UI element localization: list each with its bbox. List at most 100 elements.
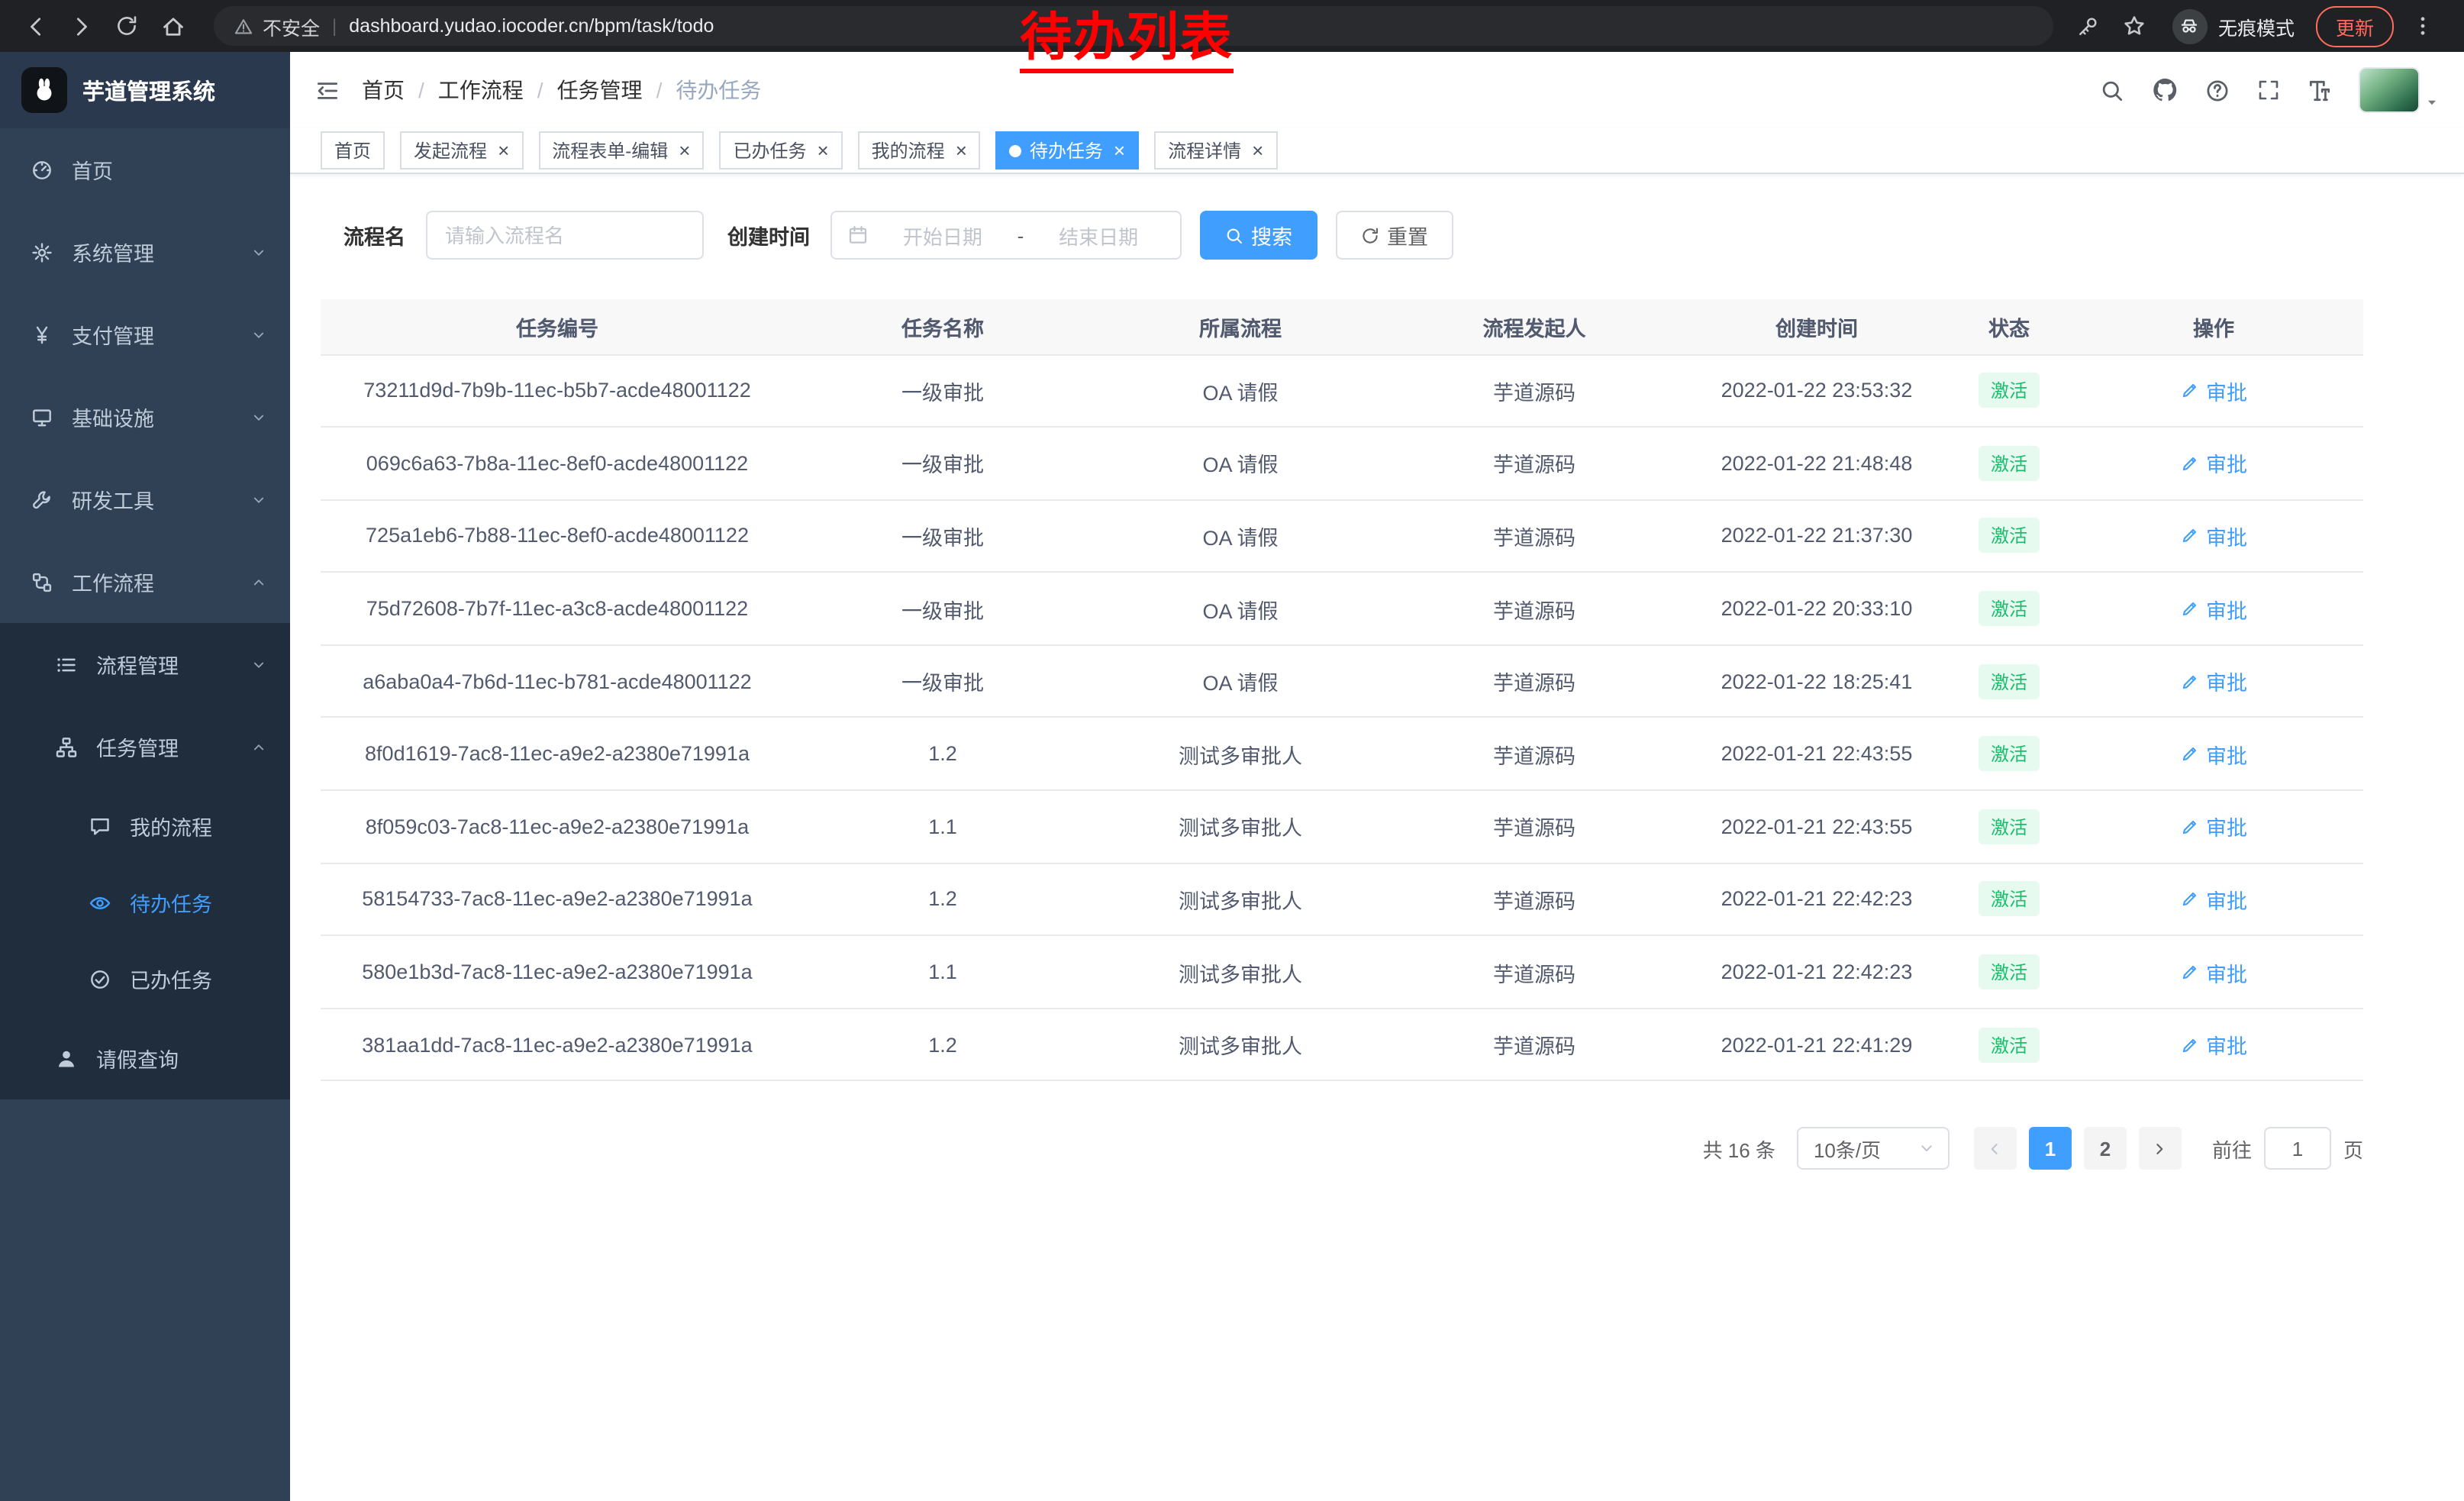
approve-link[interactable]: 审批 [2180,812,2247,842]
approve-link[interactable]: 审批 [2180,521,2247,551]
tab-view[interactable]: 待办任务 × [996,131,1139,169]
sidebar-fold-icon[interactable] [314,77,340,103]
chevron-down-icon [1917,1140,1936,1158]
browser-back-icon[interactable] [15,6,55,46]
password-key-icon[interactable] [2069,6,2108,46]
prev-page-button[interactable] [1974,1128,2017,1170]
search-icon[interactable] [2099,77,2125,103]
tab-view[interactable]: 我的流程× [858,131,981,169]
tab-view[interactable]: 已办任务× [719,131,842,169]
status-badge: 激活 [1979,591,2040,626]
sidebar-item[interactable]: 我的流程 [0,788,290,864]
app-title: 芋道管理系统 [82,74,215,106]
cell-action: 审批 [2064,863,2363,935]
github-icon[interactable] [2151,76,2179,104]
goto-label: 前往 [2212,1135,2252,1164]
table-row: 75d72608-7b7f-11ec-a3c8-acde48001122 一级审… [321,573,2363,645]
create-time-label: 创建时间 [727,220,810,250]
table-row: 8f0d1619-7ac8-11ec-a9e2-a2380e71991a 1.2… [321,718,2363,790]
sidebar-item-label: 流程管理 [96,649,179,679]
cell-status: 激活 [1954,718,2064,790]
fullscreen-icon[interactable] [2256,78,2281,102]
breadcrumb-item[interactable]: 任务管理 [557,75,643,105]
sidebar-item[interactable]: 工作流程 [0,541,290,623]
approve-link[interactable]: 审批 [2180,1029,2247,1060]
cell-initiator: 芋道源码 [1389,573,1679,645]
search-button[interactable]: 搜索 [1199,211,1317,260]
tab-label: 流程详情 [1168,137,1241,163]
close-icon[interactable]: × [817,140,828,160]
approve-link[interactable]: 审批 [2180,666,2247,696]
table-row: 8f059c03-7ac8-11ec-a9e2-a2380e71991a 1.1… [321,790,2363,863]
goto-page-input[interactable] [2264,1128,2331,1170]
chevron-up-icon [250,738,267,755]
sidebar-item[interactable]: 流程管理 [0,623,290,705]
sidebar-item-label: 工作流程 [72,567,154,597]
cell-task-name: 1.1 [794,936,1092,1009]
tab-view[interactable]: 流程表单-编辑× [538,131,704,169]
approve-link[interactable]: 审批 [2180,884,2247,915]
user-avatar-menu[interactable] [2359,67,2440,113]
chevron-up-icon [250,573,267,590]
sidebar-item[interactable]: 首页 [0,128,290,211]
sidebar-item[interactable]: 请假查询 [0,1017,290,1099]
breadcrumb-item[interactable]: 工作流程 [438,75,524,105]
process-name-input[interactable] [425,211,703,260]
sidebar-item[interactable]: 系统管理 [0,211,290,293]
approve-link[interactable]: 审批 [2180,448,2247,479]
sidebar-item[interactable]: 待办任务 [0,864,290,941]
bookmark-star-icon[interactable] [2114,6,2154,46]
font-size-icon[interactable] [2307,77,2333,103]
help-question-icon[interactable] [2204,77,2230,103]
close-icon[interactable]: × [1252,140,1263,160]
tab-label: 待办任务 [1030,137,1103,163]
page-size-select[interactable]: 10条/页 [1797,1128,1950,1170]
close-icon[interactable]: × [956,140,967,160]
cell-status: 激活 [1954,427,2064,499]
update-button[interactable]: 更新 [2316,5,2394,47]
approve-link[interactable]: 审批 [2180,593,2247,624]
sidebar-item[interactable]: 任务管理 [0,705,290,788]
sidebar-item[interactable]: 支付管理 [0,293,290,376]
close-icon[interactable]: × [1114,140,1125,160]
sidebar-item-label: 任务管理 [96,731,179,762]
browser-forward-icon[interactable] [61,6,101,46]
breadcrumb-item: 待办任务 [676,75,761,105]
approve-link[interactable]: 审批 [2180,957,2247,987]
cell-action: 审批 [2064,645,2363,718]
browser-home-icon[interactable] [153,6,192,46]
process-name-input-field[interactable] [445,224,683,247]
browser-refresh-icon[interactable] [107,6,147,46]
tab-view[interactable]: 流程详情 × [1154,131,1277,169]
sidebar-item[interactable]: 基础设施 [0,376,290,458]
approve-link[interactable]: 审批 [2180,376,2247,406]
page-number-button[interactable]: 2 [2084,1128,2127,1170]
browser-menu-kebab-icon[interactable] [2403,6,2443,46]
column-header: 状态 [1954,299,2064,354]
cell-created: 2022-01-21 22:42:23 [1679,936,1954,1009]
cell-task-name: 1.2 [794,718,1092,790]
reset-button[interactable]: 重置 [1335,211,1453,260]
close-icon[interactable]: × [679,140,690,160]
status-badge: 激活 [1979,446,2040,481]
cell-initiator: 芋道源码 [1389,790,1679,863]
page-number-button[interactable]: 1 [2029,1128,2072,1170]
close-icon[interactable]: × [498,140,509,160]
sidebar-item[interactable]: 研发工具 [0,458,290,541]
navbar-actions [2099,67,2440,113]
tab-view[interactable]: 首页 [321,131,385,169]
app-logo[interactable]: 芋道管理系统 [0,52,290,128]
calendar-icon [847,224,868,246]
breadcrumb-separator: / [537,78,543,102]
chevron-down-icon [250,656,267,673]
cell-initiator: 芋道源码 [1389,863,1679,935]
breadcrumb-item[interactable]: 首页 [362,75,405,105]
sidebar-item[interactable]: 已办任务 [0,941,290,1017]
create-time-range-picker[interactable]: 开始日期 - 结束日期 [830,211,1181,260]
tab-view[interactable]: 发起流程× [400,131,523,169]
approve-link[interactable]: 审批 [2180,739,2247,770]
next-page-button[interactable] [2139,1128,2182,1170]
cell-process: 测试多审批人 [1092,863,1389,935]
status-badge: 激活 [1979,954,2040,989]
cell-task-name: 一级审批 [794,354,1092,427]
